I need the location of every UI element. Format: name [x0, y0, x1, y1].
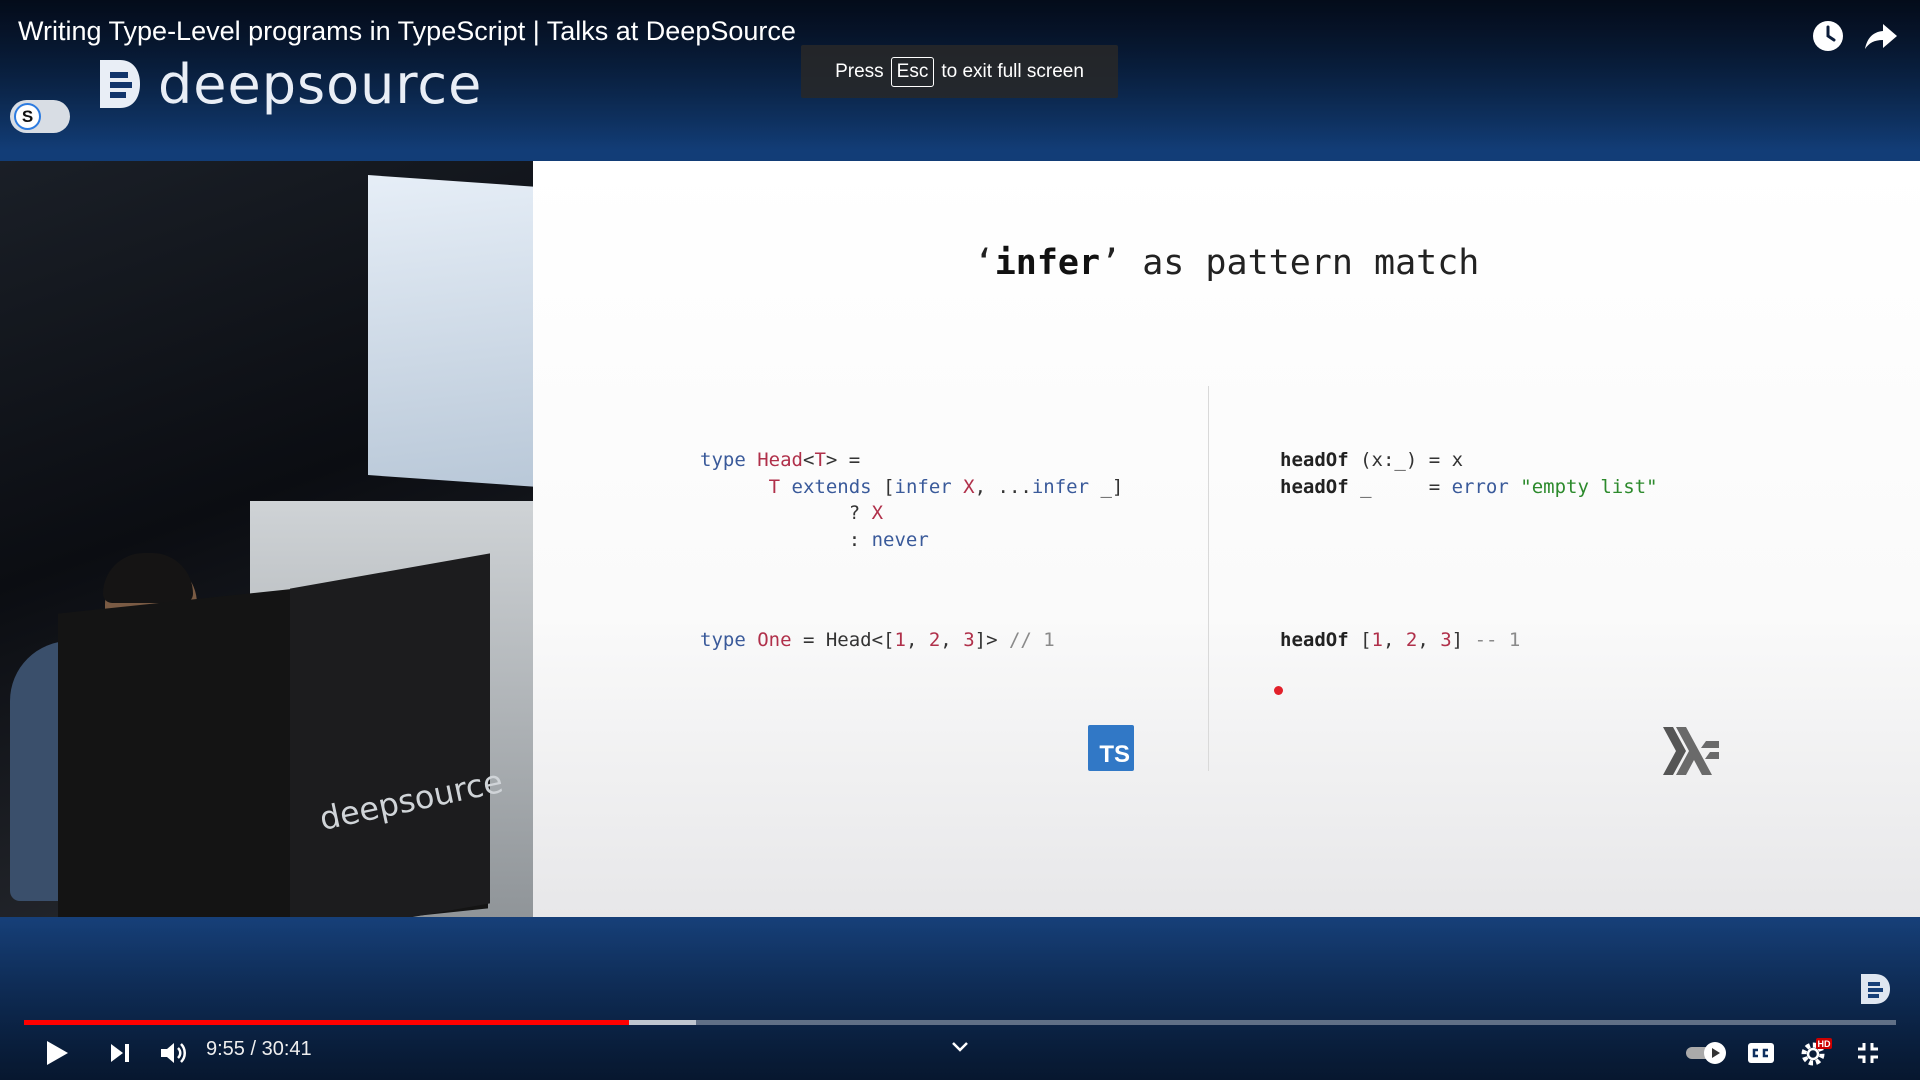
title-quote-close: ’: [1100, 243, 1122, 283]
next-button[interactable]: [106, 1039, 134, 1067]
volume-icon: [161, 1043, 186, 1063]
presentation-slide: ‘infer’ as pattern match type Head<T> = …: [533, 161, 1920, 917]
deepsource-logo-icon: [100, 60, 140, 108]
title-keyword: infer: [994, 243, 1101, 283]
slide-title: ‘infer’ as pattern match: [533, 243, 1920, 283]
captions-icon: [1748, 1043, 1774, 1063]
title-quote-open: ‘: [973, 243, 995, 283]
volume-button[interactable]: [157, 1038, 189, 1068]
autoplay-toggle[interactable]: [1684, 1040, 1728, 1066]
progress-played: [24, 1020, 630, 1025]
title-rest: as pattern match: [1121, 243, 1480, 283]
chevron-down-icon[interactable]: [950, 1040, 970, 1054]
toast-text-before: Press: [835, 60, 884, 82]
progress-bar[interactable]: [24, 1020, 1896, 1025]
settings-icon: HD: [1801, 1038, 1832, 1066]
exit-fullscreen-button[interactable]: [1854, 1039, 1882, 1067]
video-title[interactable]: Writing Type-Level programs in TypeScrip…: [18, 16, 796, 47]
time-separator: /: [244, 1038, 262, 1060]
channel-watermark-icon[interactable]: [1858, 972, 1892, 1006]
brand-logo: deepsource: [96, 52, 483, 116]
extension-toggle-knob: S: [14, 103, 41, 130]
camera-feed: deepsource: [0, 161, 533, 917]
settings-button[interactable]: HD: [1798, 1036, 1834, 1068]
time-display: 9:55 / 30:41: [206, 1038, 312, 1061]
exit-fullscreen-icon: [1858, 1043, 1878, 1063]
typescript-logo-icon: TS: [1088, 725, 1134, 771]
autoplay-icon: [1686, 1042, 1726, 1064]
share-icon[interactable]: [1863, 18, 1899, 54]
watch-later-icon[interactable]: [1810, 18, 1846, 54]
next-icon: [111, 1044, 129, 1062]
fullscreen-toast: Press Esc to exit full screen: [801, 45, 1118, 98]
ts-code-one-example: type One = Head<[1, 2, 3]> // 1: [700, 629, 1055, 651]
esc-key-badge: Esc: [890, 56, 935, 87]
play-icon: [47, 1041, 68, 1065]
play-button[interactable]: [42, 1038, 72, 1068]
haskell-code-headof-example: headOf [1, 2, 3] -- 1: [1280, 629, 1521, 651]
podium-side: [290, 553, 490, 917]
captions-button[interactable]: [1745, 1040, 1777, 1066]
projector-screen: [368, 175, 533, 487]
laser-pointer-dot: [1274, 686, 1283, 695]
ts-logo-text: TS: [1099, 741, 1130, 768]
hd-badge: HD: [1818, 1039, 1831, 1049]
ts-code-head-definition: type Head<T> = T extends [infer X, ...in…: [700, 449, 1124, 551]
duration: 30:41: [261, 1038, 312, 1060]
extension-toggle[interactable]: S: [10, 100, 70, 133]
brand-wordmark: deepsource: [158, 52, 483, 116]
toast-text-after: to exit full screen: [941, 60, 1084, 82]
haskell-logo-icon: [1663, 727, 1719, 775]
slide-divider: [1208, 386, 1209, 771]
current-time: 9:55: [206, 1038, 245, 1060]
haskell-code-headof-definition: headOf (x:_) = x headOf _ = error "empty…: [1280, 449, 1658, 498]
speaker-hair: [103, 553, 193, 603]
